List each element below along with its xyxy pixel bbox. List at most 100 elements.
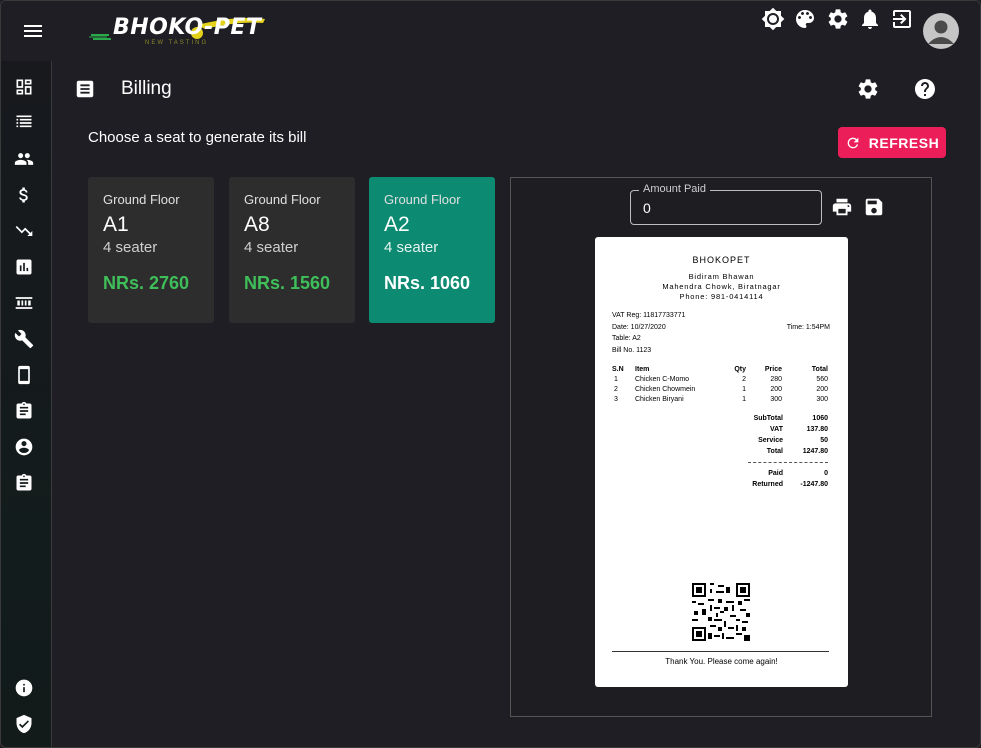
notifications-icon[interactable] xyxy=(858,7,882,31)
seat-capacity: 4 seater xyxy=(244,239,299,256)
receipt-total-row: Total 1247.80 xyxy=(743,448,828,458)
seat-name: A8 xyxy=(244,213,270,236)
vat-value: 137.80 xyxy=(806,426,828,433)
cell-item: Chicken Biryani xyxy=(635,396,684,403)
dollar-icon[interactable] xyxy=(14,185,34,205)
seats-icon[interactable] xyxy=(14,293,34,313)
seat-amount: NRs. 2760 xyxy=(103,273,190,293)
receipt: BHOKOPET Bidiram Bhawan Mahendra Chowk, … xyxy=(595,237,848,687)
receipt-bill-no: Bill No. 1123 xyxy=(612,347,652,354)
bar-chart-icon[interactable] xyxy=(14,257,34,277)
logo-tagline: NEW TASTING xyxy=(145,40,209,46)
cell-sn: 3 xyxy=(614,396,618,403)
col-sn: S.N xyxy=(612,366,624,373)
receipt-paid-row: Paid 0 xyxy=(743,470,828,480)
seat-amount: NRs. 1060 xyxy=(384,273,471,293)
table-row: 2 Chicken Chowmein 1 200 200 xyxy=(612,386,828,396)
assignment-icon[interactable] xyxy=(14,473,34,493)
trending-down-icon[interactable] xyxy=(14,221,34,241)
seat-capacity: 4 seater xyxy=(384,239,439,256)
receipt-icon xyxy=(76,80,94,98)
cell-qty: 1 xyxy=(742,386,746,393)
receipt-divider xyxy=(748,462,828,463)
account-circle-icon[interactable] xyxy=(14,437,34,457)
app-window: BHOKO-PET NEW TASTING Billing Choose a s… xyxy=(0,0,981,748)
brightness-icon[interactable] xyxy=(761,7,785,31)
seat-name: A2 xyxy=(384,213,410,236)
cell-qty: 1 xyxy=(742,396,746,403)
help-icon[interactable] xyxy=(913,77,937,101)
logo: BHOKO-PET NEW TASTING xyxy=(87,13,267,49)
col-total: Total xyxy=(811,366,828,373)
refresh-button[interactable]: REFRESH xyxy=(838,127,946,158)
cell-total: 560 xyxy=(816,376,828,383)
seat-card-a8[interactable]: Ground Floor A8 4 seater NRs. 1560 xyxy=(229,177,355,323)
seat-floor: Ground Floor xyxy=(103,192,180,207)
table-row: 1 Chicken C-Momo 2 280 560 xyxy=(612,376,828,386)
total-label: Total xyxy=(766,448,783,455)
table-row: 3 Chicken Biryani 1 300 300 xyxy=(612,396,828,406)
cell-price: 200 xyxy=(770,386,782,393)
info-icon[interactable] xyxy=(14,678,34,698)
save-icon[interactable] xyxy=(863,196,885,218)
clipboard-icon[interactable] xyxy=(14,401,34,421)
page-header: Billing xyxy=(52,61,980,117)
receipt-vat-reg: VAT Reg: 11817733771 xyxy=(612,312,686,319)
subtotal-label: SubTotal xyxy=(753,415,783,422)
seat-capacity: 4 seater xyxy=(103,239,158,256)
receipt-title: BHOKOPET xyxy=(692,255,751,265)
returned-value: -1247.80 xyxy=(800,481,828,488)
amount-paid-field: Amount Paid xyxy=(630,183,822,225)
phone-icon[interactable] xyxy=(14,365,34,385)
logo-text: BHOKO-PET xyxy=(113,15,262,40)
page-settings-icon[interactable] xyxy=(856,77,880,101)
receipt-thanks: Thank You. Please come again! xyxy=(665,657,778,666)
returned-label: Returned xyxy=(752,481,783,488)
people-icon[interactable] xyxy=(14,149,34,169)
dashboard-icon[interactable] xyxy=(14,77,34,97)
col-qty: Qty xyxy=(734,366,746,373)
refresh-icon xyxy=(847,137,859,148)
receipt-date: Date: 10/27/2020 xyxy=(612,324,666,331)
total-value: 1247.80 xyxy=(802,448,828,455)
amount-paid-input[interactable] xyxy=(643,200,803,216)
service-value: 50 xyxy=(820,437,828,444)
seat-floor: Ground Floor xyxy=(244,192,321,207)
account-avatar[interactable] xyxy=(923,13,959,49)
col-item: Item xyxy=(635,366,650,373)
cell-item: Chicken Chowmein xyxy=(635,386,696,393)
receipt-subtotal-row: SubTotal 1060 xyxy=(743,415,828,425)
subtotal-value: 1060 xyxy=(812,415,828,422)
receipt-phone: Phone: 981-0414114 xyxy=(679,292,764,301)
receipt-service-row: Service 50 xyxy=(743,437,828,447)
paid-label: Paid xyxy=(768,470,783,477)
cell-total: 200 xyxy=(816,386,828,393)
logout-icon[interactable] xyxy=(890,7,914,31)
cell-total: 300 xyxy=(816,396,828,403)
receipt-time: Time: 1:54PM xyxy=(786,324,830,331)
seat-card-a2[interactable]: Ground Floor A2 4 seater NRs. 1060 xyxy=(369,177,495,323)
seat-card-a1[interactable]: Ground Floor A1 4 seater NRs. 2760 xyxy=(88,177,214,323)
account-icon xyxy=(928,20,954,44)
receipt-vat-row: VAT 137.80 xyxy=(743,426,828,436)
palette-icon[interactable] xyxy=(793,7,817,31)
cell-price: 300 xyxy=(770,396,782,403)
service-label: Service xyxy=(758,437,783,444)
print-icon[interactable] xyxy=(831,196,853,218)
vat-label: VAT xyxy=(770,426,783,433)
receipt-address-2: Mahendra Chowk, Biratnagar xyxy=(662,282,781,291)
amount-paid-label: Amount Paid xyxy=(639,183,710,195)
cell-sn: 2 xyxy=(614,386,618,393)
cell-sn: 1 xyxy=(614,376,618,383)
bill-preview-panel: Amount Paid BHOKOPET Bidiram Bhawan Mahe… xyxy=(510,177,932,717)
menu-icon[interactable] xyxy=(21,19,45,43)
receipt-returned-row: Returned -1247.80 xyxy=(743,481,828,491)
list-icon[interactable] xyxy=(14,113,34,133)
receipt-footer-line xyxy=(612,651,829,652)
receipt-items-table: S.N Item Qty Price Total 1 Chicken C-Mom… xyxy=(612,366,828,406)
page-title: Billing xyxy=(121,78,172,99)
paid-value: 0 xyxy=(824,470,828,477)
settings-icon[interactable] xyxy=(826,7,850,31)
wrench-icon[interactable] xyxy=(14,329,34,349)
shield-icon[interactable] xyxy=(14,714,34,734)
